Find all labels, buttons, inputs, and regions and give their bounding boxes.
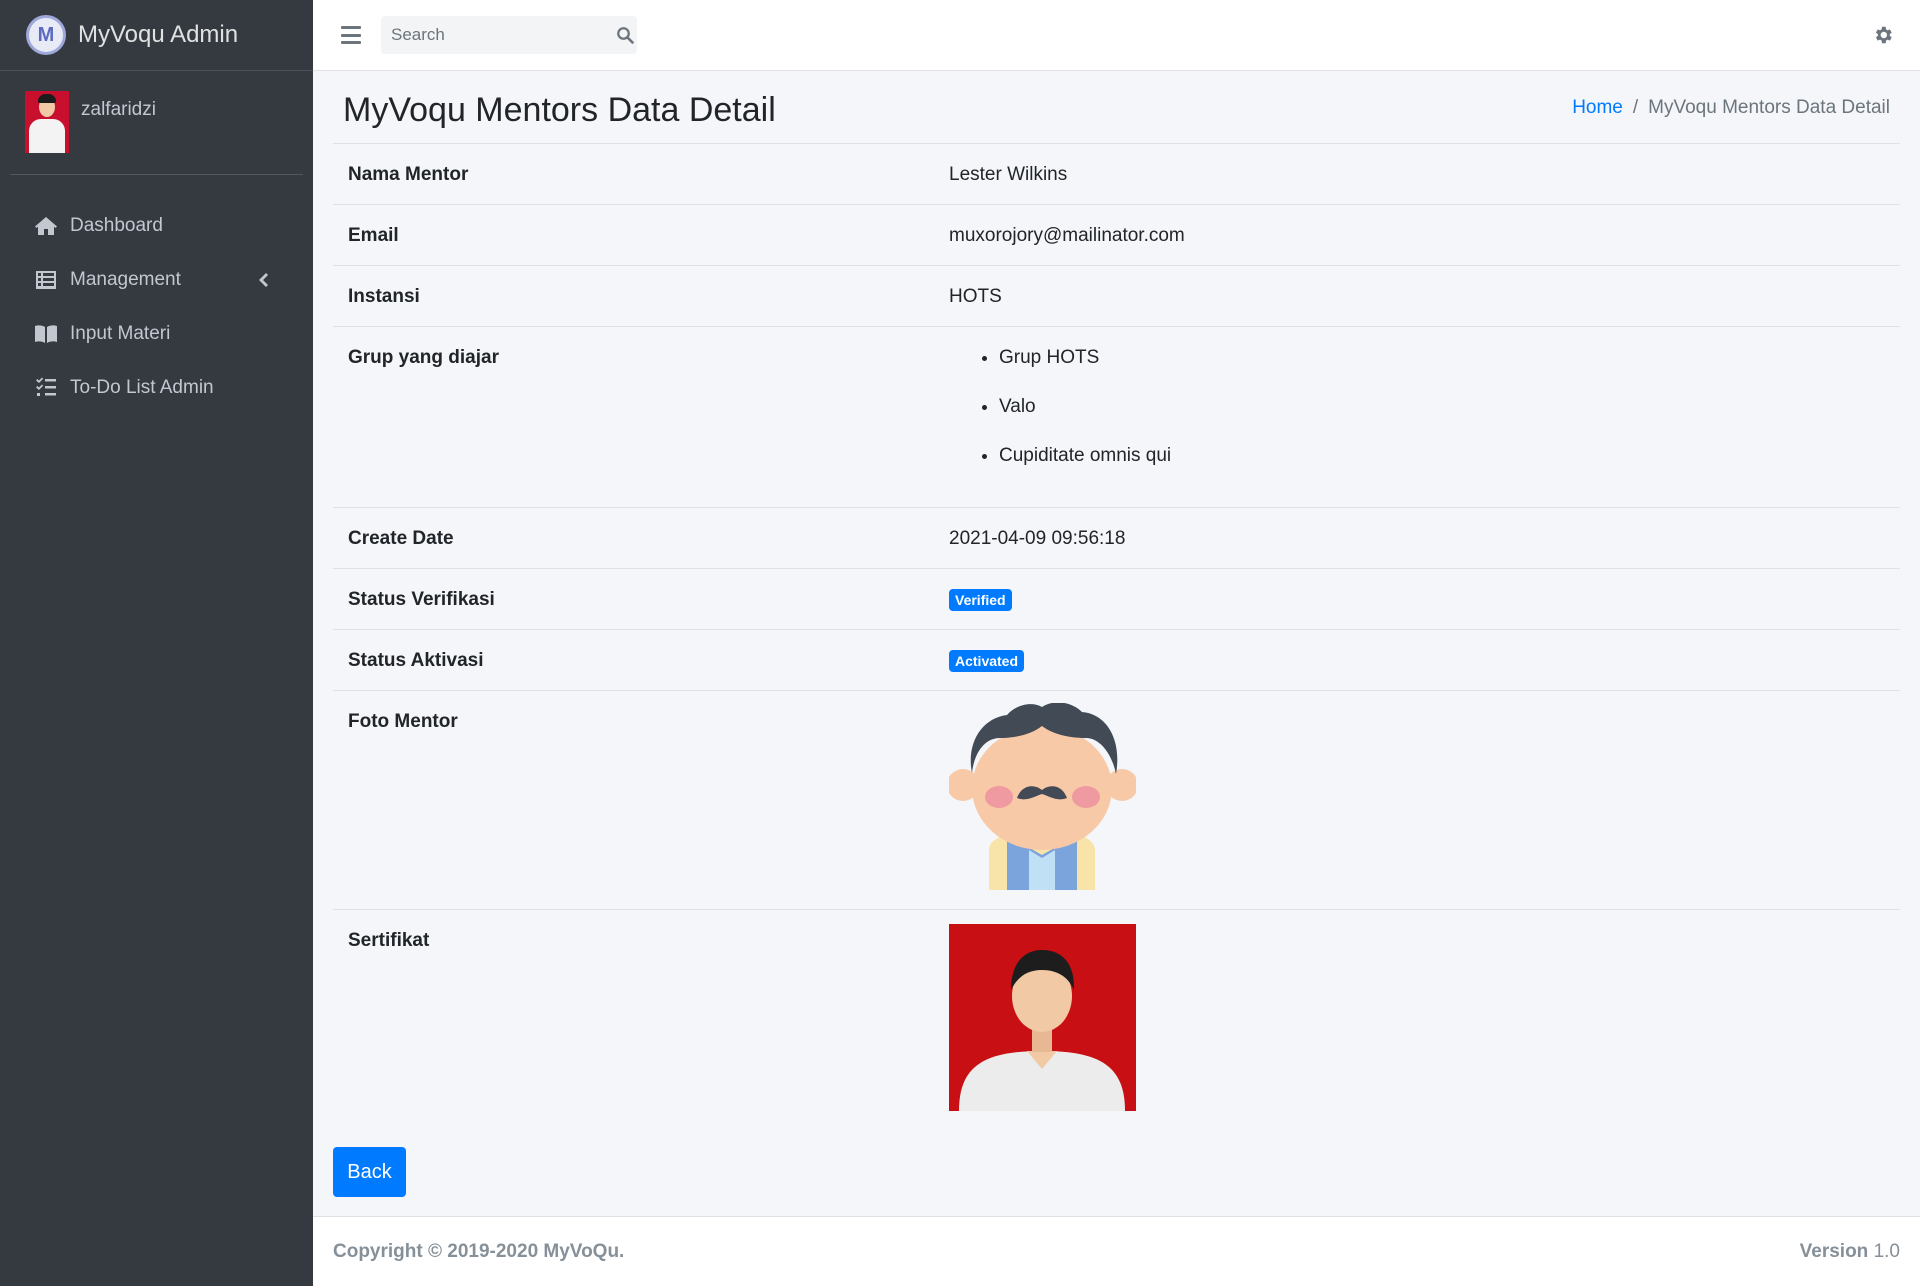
version-info: Version 1.0 [1800, 1241, 1900, 1263]
avatar [25, 91, 69, 153]
create-date-value: 2021-04-09 09:56:18 [949, 528, 1126, 549]
search-button[interactable] [612, 16, 637, 54]
sidebar-item-label: Management [70, 269, 181, 290]
mentor-photo [947, 702, 1138, 890]
sidebar: M MyVoqu Admin zalfaridzi Dashboard Mana… [0, 0, 313, 1286]
search-input[interactable] [381, 16, 612, 54]
grup-value: Grup HOTS Valo Cupiditate omnis qui [949, 327, 1900, 507]
sidebar-item-label: Dashboard [70, 215, 163, 236]
sidebar-item-input-materi[interactable]: Input Materi [0, 307, 313, 361]
breadcrumb-separator: / [1632, 97, 1639, 118]
status-badge: Activated [949, 650, 1025, 672]
row-label: Sertifikat [348, 930, 430, 951]
table-row: Status Verifikasi Verified [333, 568, 1900, 629]
breadcrumb-current: MyVoqu Mentors Data Detail [1648, 97, 1890, 118]
gear-icon[interactable] [1872, 24, 1894, 46]
certificate-image [949, 924, 1136, 1111]
search-bar [381, 16, 637, 54]
breadcrumb: Home / MyVoqu Mentors Data Detail [1572, 97, 1890, 119]
brand-name: MyVoqu Admin [78, 21, 239, 48]
search-icon [616, 27, 634, 44]
table-row: Foto Mentor [333, 690, 1900, 909]
row-label: Instansi [348, 286, 420, 307]
page-title: MyVoqu Mentors Data Detail [343, 91, 776, 129]
foto-mentor-cell [947, 691, 1900, 909]
group-list: Grup HOTS Valo Cupiditate omnis qui [949, 347, 1900, 467]
tasks-icon [36, 377, 56, 396]
back-button[interactable]: Back [333, 1147, 406, 1197]
copyright-text: Copyright © 2019-2020 MyVoQu. [333, 1240, 625, 1262]
sidebar-item-dashboard[interactable]: Dashboard [0, 199, 313, 253]
table-row: Email muxorojory@mailinator.com [333, 204, 1900, 265]
top-navbar [313, 0, 1920, 71]
table-row: Grup yang diajar Grup HOTS Valo Cupidita… [333, 326, 1900, 507]
row-label: Create Date [348, 528, 454, 549]
status-badge: Verified [949, 589, 1012, 611]
sidebar-item-todo-list-admin[interactable]: To-Do List Admin [0, 361, 313, 415]
list-item: Valo [999, 396, 1900, 418]
footer: Copyright © 2019-2020 MyVoQu. Version 1.… [313, 1216, 1920, 1286]
row-label: Foto Mentor [348, 711, 458, 732]
breadcrumb-home-link[interactable]: Home [1572, 97, 1623, 119]
sidebar-nav: Dashboard Management Input Materi To-Do … [0, 175, 313, 415]
table-row: Nama Mentor Lester Wilkins [333, 143, 1900, 204]
version-label: Version [1799, 1240, 1869, 1262]
row-label: Status Verifikasi [348, 589, 495, 610]
row-label: Grup yang diajar [348, 347, 499, 368]
table-row: Status Aktivasi Activated [333, 629, 1900, 690]
brand-link[interactable]: M MyVoqu Admin [0, 0, 313, 71]
sidebar-item-management[interactable]: Management [0, 253, 313, 307]
version-number: 1.0 [1873, 1240, 1900, 1262]
email-value: muxorojory@mailinator.com [949, 225, 1185, 246]
chevron-left-icon [259, 273, 268, 287]
row-label: Nama Mentor [348, 164, 469, 185]
menu-toggle-icon[interactable] [341, 26, 361, 44]
book-icon [35, 325, 57, 343]
list-icon [36, 271, 56, 289]
table-row: Sertifikat [333, 909, 1900, 1120]
sertifikat-cell [949, 910, 1900, 1120]
instansi-value: HOTS [949, 286, 1002, 307]
list-item: Cupiditate omnis qui [999, 445, 1900, 467]
sidebar-item-label: Input Materi [70, 323, 171, 344]
table-row: Create Date 2021-04-09 09:56:18 [333, 507, 1900, 568]
list-item: Grup HOTS [999, 347, 1900, 369]
table-row: Instansi HOTS [333, 265, 1900, 326]
status-aktivasi-cell: Activated [949, 630, 1900, 690]
home-icon [35, 217, 57, 235]
mentor-detail-table: Nama Mentor Lester Wilkins Email muxoroj… [333, 143, 1900, 1120]
status-verifikasi-cell: Verified [949, 569, 1900, 629]
sidebar-item-label: To-Do List Admin [70, 377, 214, 398]
user-name[interactable]: zalfaridzi [81, 99, 156, 121]
mentor-name-value: Lester Wilkins [949, 164, 1068, 185]
row-label: Status Aktivasi [348, 650, 484, 671]
user-panel: zalfaridzi [10, 71, 303, 175]
row-label: Email [348, 225, 399, 246]
brand-logo: M [26, 15, 66, 55]
